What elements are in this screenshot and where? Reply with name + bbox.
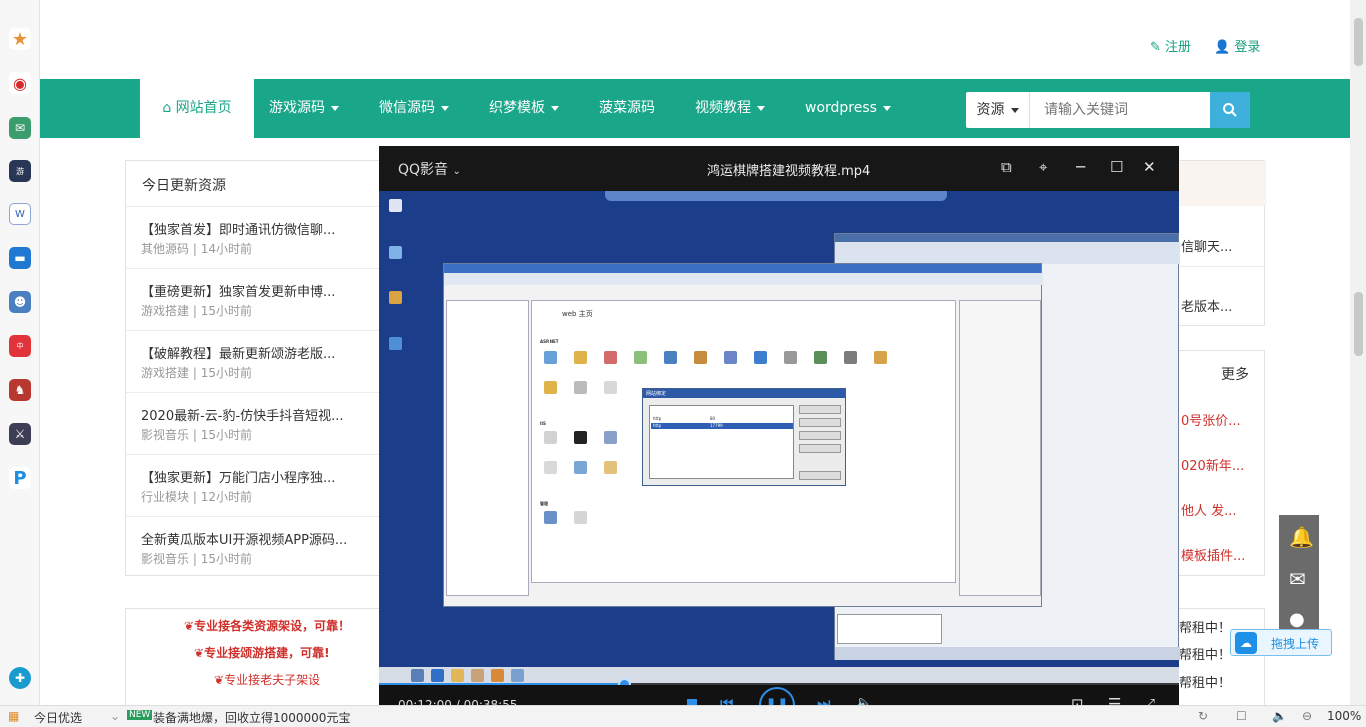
list-item[interactable]: 模板插件...: [1181, 545, 1245, 564]
browser-sidebar: ★ ◉ ✉ 游 W ▬ ☻ 中 ♞ ⚔ P ✚: [0, 0, 40, 705]
list-item[interactable]: 【独家更新】万能门店小程序独... 行业模块 | 12小时前: [126, 454, 380, 516]
search-button[interactable]: [1210, 92, 1250, 128]
nav-item-wordpress[interactable]: wordpress: [805, 79, 891, 138]
hot-icon: ▦: [8, 709, 20, 723]
video-frame[interactable]: web 主页 ASP.NET IIS 管理 网站绑定 http 80 http …: [379, 191, 1180, 685]
list-item[interactable]: 【重磅更新】独家首发更新申博... 游戏搭建 | 15小时前: [126, 268, 380, 330]
mini-mode-icon[interactable]: ⧉: [1001, 158, 1012, 176]
chat-app-icon[interactable]: ▬: [9, 247, 31, 269]
iis-manager-icon: [389, 337, 402, 350]
chevron-down-icon: ⌄: [452, 166, 461, 177]
mail-icon[interactable]: ✉: [9, 117, 31, 139]
news-ticker[interactable]: 装备满地爆，回收立得1000000元宝: [153, 709, 350, 726]
game-hero-icon[interactable]: ♞: [9, 379, 31, 401]
list-item[interactable]: 【破解教程】最新更新颂游老版... 游戏搭建 | 15小时前: [126, 330, 380, 392]
nav-item-video-tutorial[interactable]: 视频教程: [695, 79, 765, 138]
chevron-down-icon[interactable]: ⌄: [110, 709, 120, 723]
ads-panel: ❦专业接各类资源架设，可靠！ ❦专业接颂游搭建，可靠! ❦专业接老夫子架设: [125, 608, 381, 705]
nav-item-home[interactable]: ⌂ 网站首页: [140, 79, 254, 138]
wechat-icon[interactable]: ●: [1289, 609, 1305, 630]
refresh-icon[interactable]: ↻: [1198, 709, 1208, 723]
minimize-icon[interactable]: ─: [1076, 158, 1085, 176]
caret-down-icon: [757, 105, 765, 111]
caret-down-icon: [882, 105, 891, 111]
nav-item-bocai-source[interactable]: 菠菜源码: [599, 79, 655, 138]
game-avatar-icon[interactable]: ☻: [9, 291, 31, 313]
pencil-icon: ✎: [1150, 40, 1161, 55]
mail-icon[interactable]: ✉: [1289, 567, 1306, 591]
login-link[interactable]: 👤 登录: [1214, 36, 1260, 55]
nav-item-game-source[interactable]: 游戏源码: [269, 79, 339, 138]
flame-icon: ❦: [214, 673, 225, 687]
register-link[interactable]: ✎ 注册: [1150, 36, 1191, 55]
bell-icon[interactable]: 🔔: [1289, 525, 1314, 549]
weibo-icon[interactable]: ◉: [9, 72, 31, 94]
pin-icon[interactable]: ⌖: [1039, 158, 1047, 176]
maximize-icon[interactable]: ☐: [1110, 158, 1123, 176]
site-binding-dialog: 网站绑定 http 80 http 17799: [642, 388, 846, 486]
add-app-icon[interactable]: ✚: [9, 667, 31, 689]
zoom-level[interactable]: 100%: [1327, 709, 1361, 723]
right-red-panel: 更多 0号张价... 020新年... 他人 发... 模板插件...: [1170, 350, 1265, 576]
caret-down-icon: [441, 105, 449, 111]
today-picks-link[interactable]: 今日优选: [34, 709, 82, 726]
drag-upload-button[interactable]: ☁ 拖拽上传: [1230, 629, 1332, 656]
close-icon[interactable]: ✕: [1143, 158, 1156, 176]
ad-link[interactable]: ❦专业接各类资源架设，可靠！: [184, 617, 350, 634]
floating-share-bar: 🔔 ✉ ●: [1279, 515, 1319, 640]
flame-icon: ❦: [194, 646, 205, 660]
panel-title: 今日更新资源: [142, 178, 226, 194]
window-icon[interactable]: ☐: [1236, 709, 1247, 723]
favorites-star-icon[interactable]: ★: [9, 28, 31, 50]
list-item[interactable]: 信聊天...: [1181, 236, 1232, 255]
game-battle-icon[interactable]: ⚔: [9, 423, 31, 445]
scrollbar-thumb-secondary[interactable]: [1354, 292, 1363, 356]
recycle-bin-icon: [389, 199, 402, 212]
list-item[interactable]: 老版本...: [1181, 296, 1232, 315]
more-link[interactable]: 更多: [1221, 364, 1249, 384]
caret-down-icon: [551, 105, 559, 111]
zoom-out-icon[interactable]: ⊖: [1302, 709, 1312, 723]
search-box: 资源: [966, 92, 1250, 128]
player-app-menu[interactable]: QQ影音 ⌄: [398, 159, 461, 179]
list-item[interactable]: 【独家首发】即时通讯仿微信聊... 其他源码 | 14小时前: [126, 206, 380, 268]
list-item[interactable]: 全新黄瓜版本UI开源视频APP源码... 影视音乐 | 15小时前: [126, 516, 380, 578]
caret-down-icon: [331, 105, 339, 111]
player-file-title: 鸿运棋牌搭建视频教程.mp4: [707, 164, 871, 179]
list-item[interactable]: 2020最新-云-豹-仿快手抖音短视... 影视音乐 | 15小时前: [126, 392, 380, 454]
list-item[interactable]: 0号张价...: [1181, 410, 1241, 429]
nav-item-wechat-source[interactable]: 微信源码: [379, 79, 449, 138]
search-type-select[interactable]: 资源: [966, 92, 1030, 128]
sound-icon[interactable]: 🔈: [1272, 709, 1287, 723]
ad-link[interactable]: ❦专业接老夫子架设: [214, 671, 320, 688]
today-updates-panel: 今日更新资源 【独家首发】即时通讯仿微信聊... 其他源码 | 14小时前 【重磅…: [125, 160, 381, 576]
list-item[interactable]: 020新年...: [1181, 455, 1244, 474]
browser-status-bar: ▦ 今日优选 ⌄ NEW 装备满地爆，回收立得1000000元宝 ↻ ☐ 🔈 ⊖…: [0, 705, 1366, 727]
search-input[interactable]: [1030, 92, 1208, 128]
shop-app-icon[interactable]: 中: [9, 335, 31, 357]
video-player-window: QQ影音 ⌄ 鸿运棋牌搭建视频教程.mp4 ⧉ ⌖ ─ ☐ ✕ web 主页 A…: [379, 146, 1180, 727]
game-app-icon[interactable]: 游: [9, 160, 31, 182]
news-badge: NEW: [127, 710, 153, 720]
ad-link[interactable]: ❦专业接颂游搭建，可靠!: [194, 644, 330, 661]
search-icon: [1223, 103, 1237, 117]
p-app-icon[interactable]: P: [9, 467, 31, 489]
sql-server-icon: [389, 291, 402, 304]
list-item[interactable]: 他人 发...: [1181, 500, 1237, 519]
flame-icon: ❦: [184, 619, 195, 633]
word-doc-icon[interactable]: W: [9, 203, 31, 225]
remote-toolbar: [605, 191, 947, 201]
main-nav: ⌂ 网站首页 游戏源码 微信源码 织梦模板 菠菜源码 视频教程 wordpres…: [40, 79, 1350, 138]
user-icon: 👤: [1214, 40, 1231, 55]
caret-down-icon: [1010, 107, 1019, 113]
right-list-panel: 信聊天... 老版本...: [1170, 160, 1266, 326]
computer-icon: [389, 246, 402, 259]
player-titlebar: QQ影音 ⌄ 鸿运棋牌搭建视频教程.mp4 ⧉ ⌖ ─ ☐ ✕: [379, 146, 1179, 191]
nav-item-dede-template[interactable]: 织梦模板: [489, 79, 559, 138]
cloud-upload-icon: ☁: [1235, 632, 1257, 654]
right-rent-panel: 帮租中！ 帮租中！ 帮租中！: [1170, 608, 1265, 705]
scrollbar-thumb[interactable]: [1354, 18, 1363, 66]
home-icon: ⌂: [162, 100, 172, 116]
